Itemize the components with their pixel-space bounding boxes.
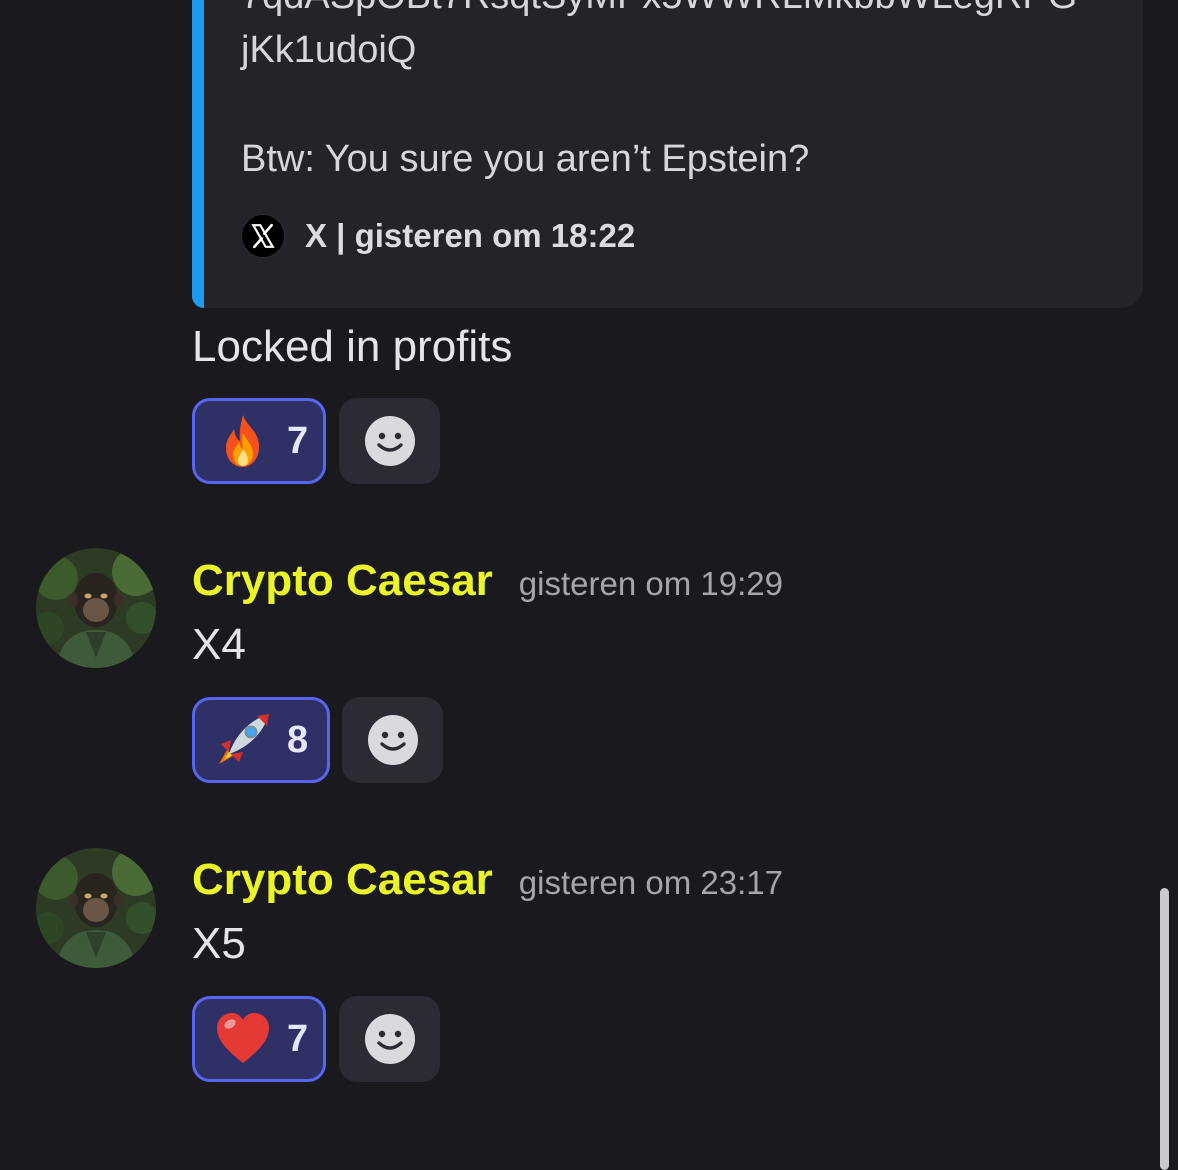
- username[interactable]: Crypto Caesar: [192, 556, 493, 606]
- embed-text-line: jKk1udoiQ: [241, 29, 417, 71]
- smiley-icon: [364, 416, 415, 466]
- embed-accent-bar: [192, 0, 204, 308]
- reaction-rocket[interactable]: 8: [192, 697, 330, 783]
- link-embed[interactable]: 7qdASpOBt7RsqtSyMPx5WWRLMkbbWLegRPG jKk1…: [192, 0, 1143, 308]
- scrollbar[interactable]: [1160, 888, 1169, 1170]
- timestamp: gisteren om 19:29: [518, 565, 783, 602]
- add-reaction-button[interactable]: [339, 996, 440, 1082]
- reaction-count: 7: [287, 419, 309, 462]
- chimpanzee-avatar[interactable]: [36, 548, 156, 668]
- embed-provider[interactable]: X | gisteren om 18:22: [305, 217, 635, 255]
- reaction-heart[interactable]: 7: [192, 996, 326, 1082]
- red-heart-emoji-icon: [217, 1013, 269, 1063]
- reaction-fire[interactable]: 7: [192, 398, 326, 484]
- add-reaction-button[interactable]: [342, 697, 443, 783]
- smiley-icon: [364, 1014, 415, 1064]
- embed-text-line: Btw: You sure you aren’t Epstein?: [241, 138, 810, 180]
- reaction-count: 8: [287, 718, 309, 761]
- message-header: Crypto Caesar gisteren om 19:29: [192, 556, 783, 606]
- embed-footer: X | gisteren om 18:22: [241, 212, 635, 260]
- add-reaction-button[interactable]: [339, 398, 440, 484]
- chimpanzee-avatar[interactable]: [36, 848, 156, 968]
- username[interactable]: Crypto Caesar: [192, 855, 493, 905]
- fire-emoji-icon: [226, 415, 259, 467]
- smiley-icon: [367, 715, 418, 765]
- x-logo-icon: [241, 214, 285, 258]
- message-text: X4: [192, 620, 246, 669]
- message-text: X5: [192, 919, 246, 968]
- message-text: Locked in profits: [192, 322, 513, 371]
- reaction-count: 7: [287, 1017, 309, 1060]
- rocket-emoji-icon: [219, 714, 269, 764]
- embed-text-line: 7qdASpOBt7RsqtSyMPx5WWRLMkbbWLegRPG: [241, 0, 1077, 18]
- timestamp: gisteren om 23:17: [518, 864, 783, 901]
- message-header: Crypto Caesar gisteren om 23:17: [192, 855, 783, 905]
